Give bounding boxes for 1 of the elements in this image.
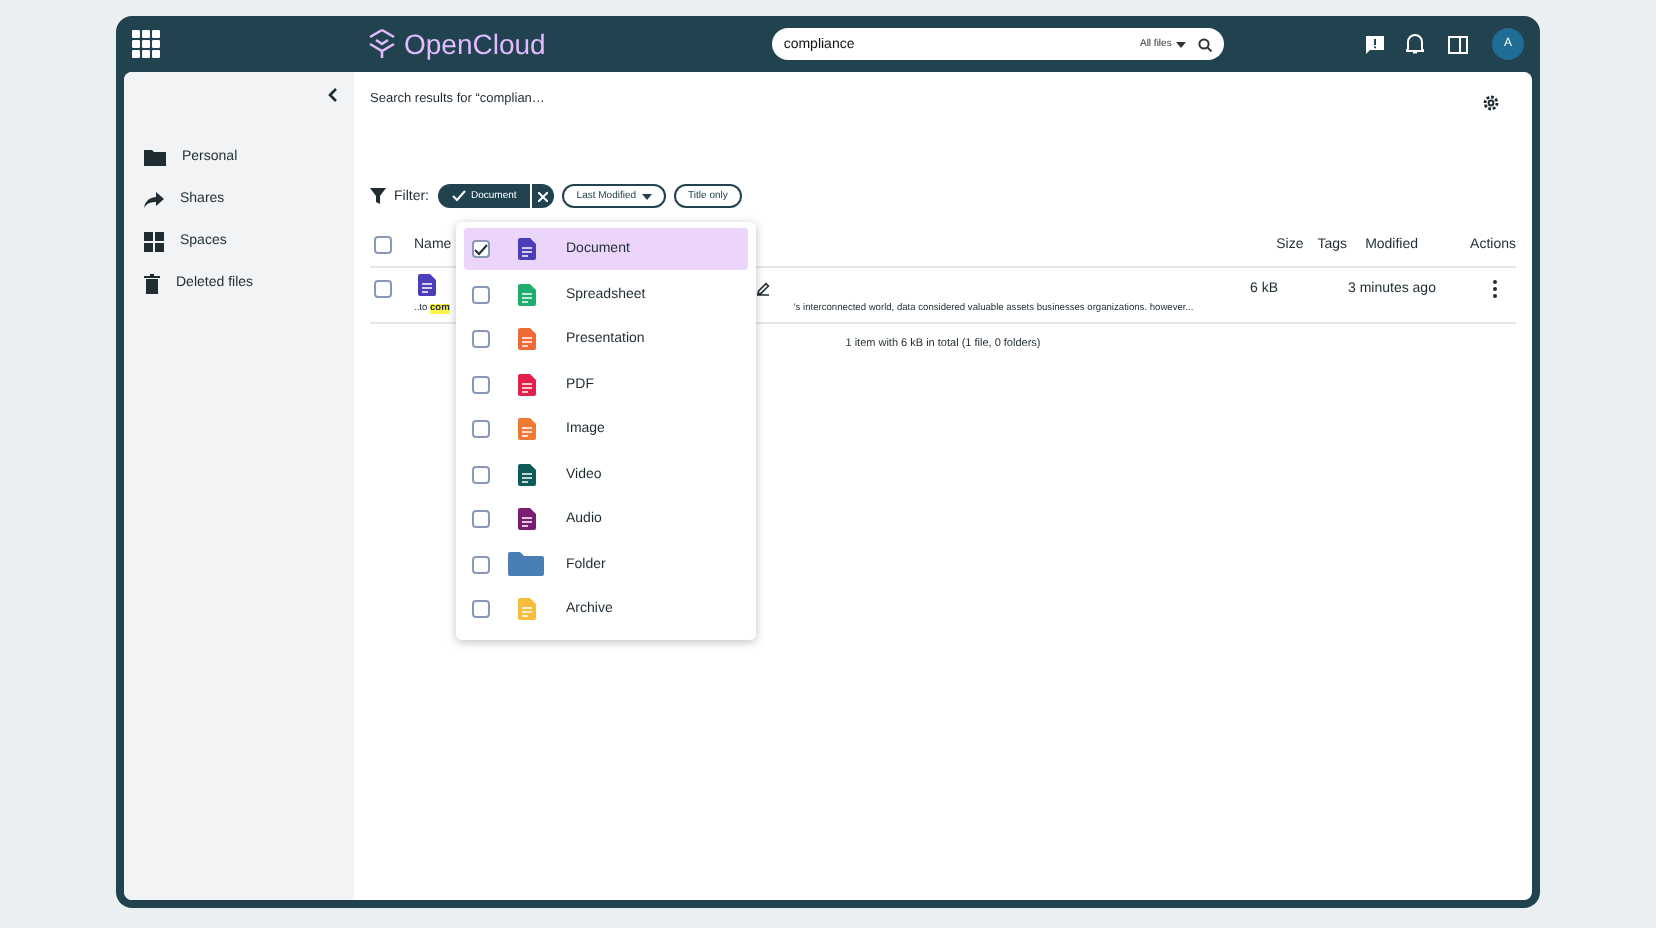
- app-name: OpenCloud: [404, 28, 546, 60]
